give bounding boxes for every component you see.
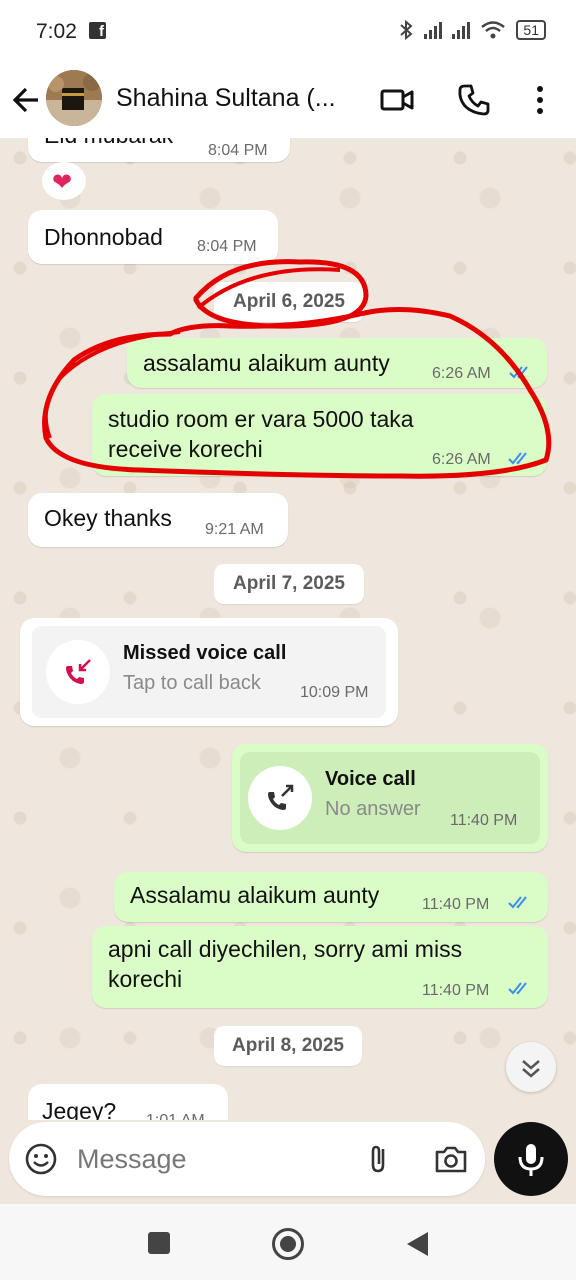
message-text: Eid mubarak — [44, 138, 173, 150]
read-receipt-icon — [508, 896, 527, 909]
attach-icon[interactable] — [361, 1141, 397, 1177]
message-time: 1:01 AM — [146, 1112, 205, 1120]
message-bubble-dhonnobad[interactable]: Dhonnobad 8:04 PM — [28, 210, 278, 264]
back-arrow-icon[interactable] — [10, 82, 42, 118]
system-nav-bar — [0, 1204, 576, 1280]
message-time: 11:40 PM — [422, 982, 490, 999]
missed-call-card[interactable]: Missed voice call Tap to call back 10:09… — [32, 626, 386, 718]
camera-icon[interactable] — [433, 1141, 469, 1177]
message-bubble-out-2[interactable]: studio room er vara 5000 taka receive ko… — [92, 394, 547, 476]
call-subtitle: No answer — [325, 798, 421, 820]
avatar[interactable] — [46, 70, 102, 126]
message-input[interactable]: Message — [77, 1144, 187, 1175]
message-time: 6:26 AM — [432, 451, 491, 468]
message-input-bar[interactable]: Message — [9, 1122, 485, 1196]
call-subtitle: Tap to call back — [123, 672, 261, 694]
home-dot — [280, 1236, 296, 1252]
bluetooth-icon — [400, 19, 413, 41]
signal-icon-2 — [452, 21, 471, 39]
message-time: 9:21 AM — [205, 521, 264, 538]
message-bubble-okey[interactable]: Okey thanks 9:21 AM — [28, 493, 288, 547]
back-nav-button[interactable] — [404, 1230, 430, 1258]
contact-name[interactable]: Shahina Sultana (... — [116, 84, 356, 113]
wifi-icon — [481, 21, 506, 39]
video-call-icon[interactable] — [379, 82, 415, 118]
message-bubble-jegey[interactable]: Jegey? 1:01 AM — [28, 1084, 228, 1120]
message-time: 11:40 PM — [450, 812, 518, 829]
emoji-icon[interactable] — [23, 1141, 59, 1177]
voice-call-bubble[interactable]: Voice call No answer 11:40 PM — [232, 744, 548, 852]
heart-emoji: ❤ — [52, 169, 73, 196]
message-time: 6:26 AM — [432, 365, 491, 382]
status-bar: 7:02 f 51 — [0, 0, 576, 62]
message-bubble-out-3[interactable]: Assalamu alaikum aunty 11:40 PM — [114, 872, 548, 922]
message-text: Dhonnobad — [44, 224, 163, 250]
missed-call-icon — [46, 640, 110, 704]
scroll-down-icon — [522, 1060, 540, 1078]
outgoing-call-icon — [248, 766, 312, 830]
date-chip: April 6, 2025 — [214, 282, 364, 322]
call-title: Voice call — [325, 768, 416, 790]
message-time: 8:04 PM — [197, 238, 257, 255]
more-vert-icon[interactable] — [522, 82, 558, 118]
message-bubble-out-4[interactable]: apni call diyechilen, sorry ami miss kor… — [92, 926, 548, 1008]
status-time: 7:02 — [36, 20, 77, 43]
call-title: Missed voice call — [123, 642, 287, 664]
battery-indicator: 51 — [516, 20, 546, 40]
voice-call-card[interactable]: Voice call No answer 11:40 PM — [240, 752, 540, 844]
signal-icon-1 — [424, 21, 443, 39]
message-text-line2: korechi — [108, 966, 183, 992]
message-text: assalamu alaikum aunty — [143, 350, 390, 376]
facebook-notification-icon: f — [89, 22, 106, 39]
chat-area[interactable]: Eid mubarak 8:04 PM ❤ Dhonnobad 8:04 PM … — [0, 138, 576, 1120]
message-time: 11:40 PM — [422, 896, 490, 913]
message-text: Okey thanks — [44, 505, 172, 531]
message-text: Jegey? — [42, 1098, 117, 1120]
message-text-line1: apni call diyechilen, sorry ami miss — [108, 936, 463, 962]
read-receipt-icon — [509, 366, 528, 379]
message-time: 10:09 PM — [300, 684, 369, 701]
mic-icon — [518, 1144, 544, 1176]
mic-button[interactable] — [494, 1122, 568, 1196]
read-receipt-icon — [508, 452, 527, 465]
date-chip: April 7, 2025 — [214, 564, 364, 604]
chat-header: Shahina Sultana (... — [0, 62, 576, 138]
date-chip: April 8, 2025 — [214, 1026, 362, 1066]
read-receipt-icon — [508, 982, 527, 995]
message-text-line2: receive korechi — [108, 436, 263, 462]
scroll-down-button[interactable] — [506, 1042, 556, 1092]
message-bubble-eid[interactable]: Eid mubarak 8:04 PM — [28, 138, 290, 162]
heart-reaction[interactable]: ❤ — [42, 162, 86, 200]
missed-call-bubble[interactable]: Missed voice call Tap to call back 10:09… — [20, 618, 398, 726]
home-button[interactable] — [272, 1228, 304, 1260]
message-time: 8:04 PM — [208, 142, 268, 159]
phone-icon[interactable] — [456, 82, 492, 118]
recents-button[interactable] — [148, 1232, 170, 1254]
message-bubble-out-1[interactable]: assalamu alaikum aunty 6:26 AM — [127, 338, 547, 388]
message-text-line1: studio room er vara 5000 taka — [108, 406, 414, 432]
message-text: Assalamu alaikum aunty — [130, 882, 380, 908]
status-icons: 51 — [398, 19, 546, 41]
